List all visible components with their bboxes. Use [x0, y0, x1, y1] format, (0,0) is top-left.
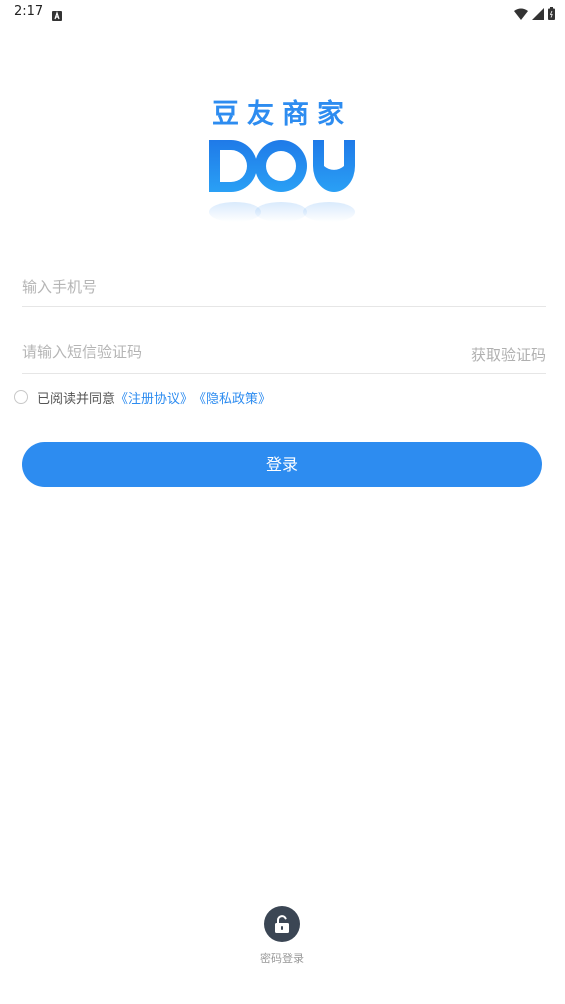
- privacy-policy-link[interactable]: 《隐私政策》: [193, 388, 271, 407]
- get-code-button[interactable]: 获取验证码: [471, 344, 546, 365]
- login-button[interactable]: 登录: [22, 442, 542, 487]
- a-notification-icon: [52, 6, 62, 21]
- brand-title: 豆友商家: [212, 99, 352, 130]
- password-login-button[interactable]: 密码登录: [240, 906, 324, 966]
- sms-code-field-row: 获取验证码: [22, 335, 546, 374]
- unlock-icon: [264, 906, 300, 942]
- signal-icon: [532, 5, 544, 24]
- battery-icon: [548, 5, 555, 24]
- status-icons: [514, 5, 555, 24]
- agreement-prefix: 已阅读并同意: [37, 391, 116, 407]
- sms-code-input[interactable]: [22, 343, 402, 361]
- status-time: 2:17: [14, 4, 44, 19]
- phone-input[interactable]: [22, 278, 402, 296]
- password-login-label: 密码登录: [260, 952, 304, 965]
- agreement-checkbox[interactable]: [14, 390, 28, 404]
- agreement-row: 已阅读并同意 《注册协议》 《隐私政策》: [14, 388, 271, 407]
- phone-field-row: [22, 270, 546, 307]
- wifi-icon: [514, 5, 528, 24]
- register-agreement-link[interactable]: 《注册协议》: [115, 388, 193, 407]
- dou-logo: [209, 140, 355, 222]
- status-bar: 2:17: [0, 0, 565, 26]
